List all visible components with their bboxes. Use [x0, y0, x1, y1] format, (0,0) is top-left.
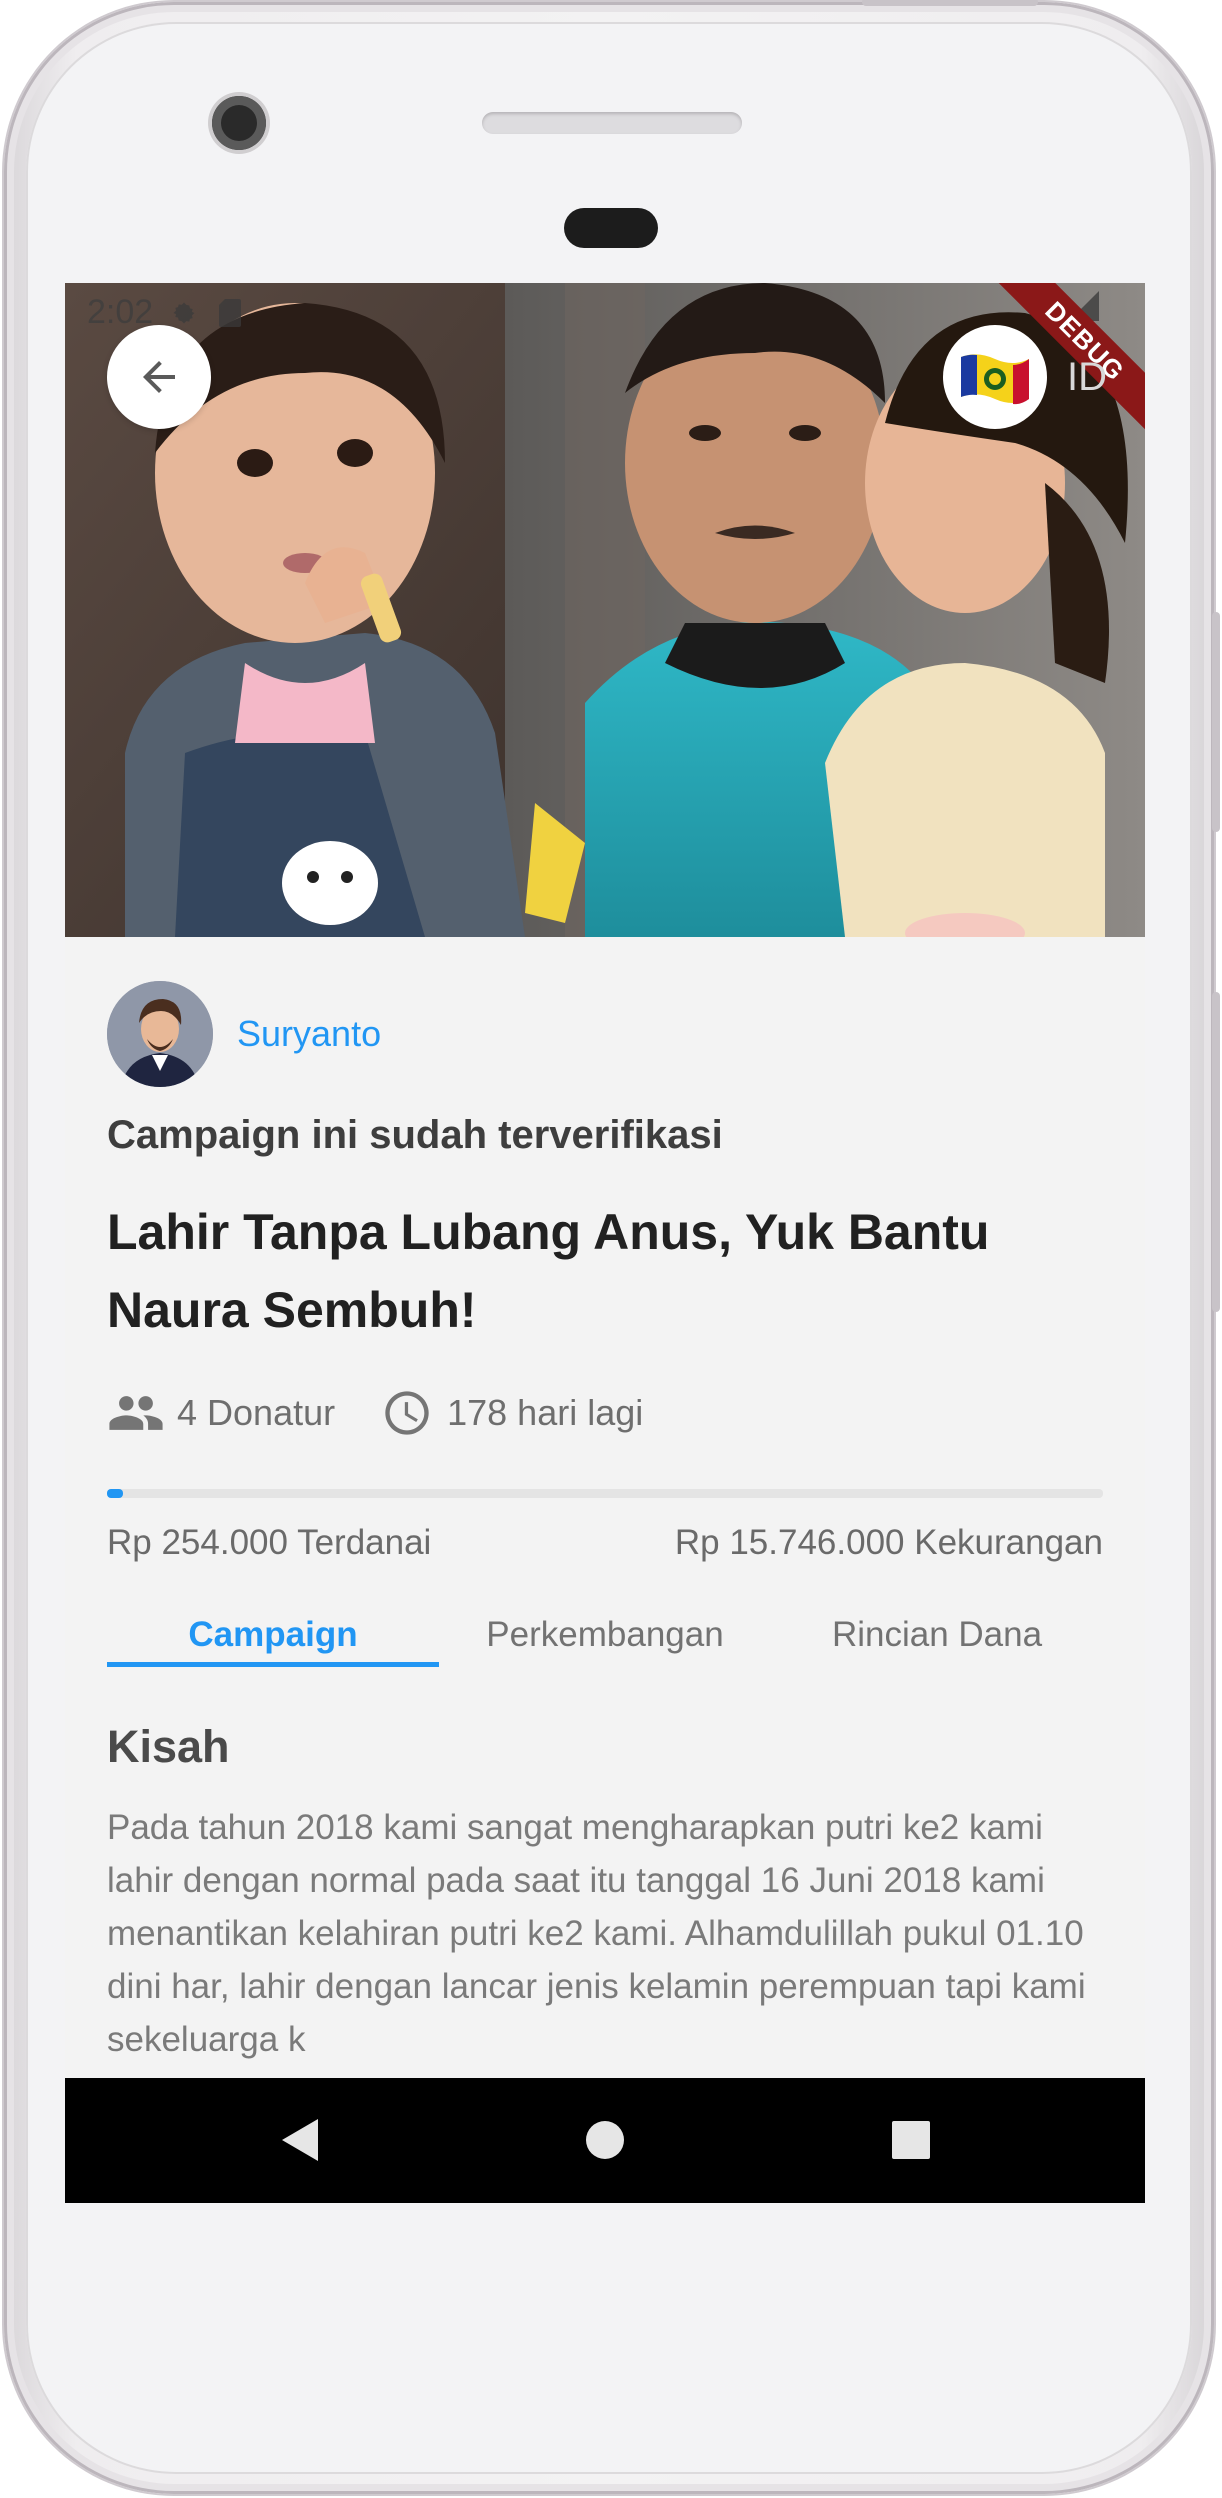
story-heading: Kisah: [107, 1721, 230, 1772]
remaining-amount: Rp 15.746.000 Kekurangan: [674, 1523, 1103, 1562]
power-button: [1212, 612, 1220, 832]
sd-card-status-icon: [215, 298, 245, 328]
nav-home-icon: [586, 2121, 624, 2159]
funding-progress-fill: [107, 1489, 123, 1498]
nav-recents-icon: [892, 2121, 930, 2159]
campaign-hero-image: 2:02 DEBUG ID: [65, 283, 1145, 937]
funding-progress-bar: [107, 1489, 1103, 1498]
verified-label: Campaign ini sudah terverifikasi: [107, 1113, 723, 1157]
nav-back-button[interactable]: [270, 2110, 330, 2170]
campaign-tabs: Campaign Perkembangan Rincian Dana: [107, 1611, 1103, 1675]
back-arrow-icon: [143, 361, 175, 393]
raised-amount: Rp 254.000 Terdanai: [107, 1523, 432, 1562]
language-button[interactable]: [943, 325, 1047, 429]
nav-back-icon: [282, 2119, 318, 2161]
campaign-meta: 4 Donatur 178 hari lagi: [107, 1385, 643, 1441]
top-button: [862, 0, 1038, 6]
funding-amounts: Rp 254.000 Terdanai Rp 15.746.000 Kekura…: [107, 1523, 1103, 1563]
days-left: 178 hari lagi: [447, 1392, 644, 1433]
flag-icon: [961, 354, 1029, 405]
people-icon: [107, 1385, 167, 1441]
nav-home-button[interactable]: [575, 2110, 635, 2170]
back-button[interactable]: [107, 325, 211, 429]
earpiece-speaker: [482, 112, 742, 134]
proximity-sensor: [564, 208, 658, 248]
donors-count: 4 Donatur: [177, 1392, 336, 1433]
campaign-title: Lahir Tanpa Lubang Anus, Yuk Bantu Naura…: [107, 1204, 990, 1338]
nav-recents-button[interactable]: [881, 2110, 941, 2170]
tab-campaign[interactable]: Campaign: [107, 1611, 439, 1675]
tab-perkembangan[interactable]: Perkembangan: [439, 1611, 771, 1675]
tab-rincian-dana[interactable]: Rincian Dana: [771, 1611, 1103, 1675]
front-camera: [212, 96, 266, 150]
settings-status-icon: [169, 298, 199, 328]
author-row[interactable]: Suryanto: [107, 981, 381, 1087]
volume-button: [1212, 992, 1220, 1312]
clock-icon: [381, 1385, 441, 1441]
language-code: ID: [1067, 355, 1107, 399]
author-name[interactable]: Suryanto: [237, 1013, 381, 1055]
android-navigation-bar: [65, 2078, 1145, 2203]
avatar: [107, 981, 213, 1087]
story-text: Pada tahun 2018 kami sangat mengharapkan…: [107, 1808, 1086, 2059]
app-screen: 2:02 DEBUG ID Suryanto Campaign ini suda…: [65, 283, 1145, 2203]
